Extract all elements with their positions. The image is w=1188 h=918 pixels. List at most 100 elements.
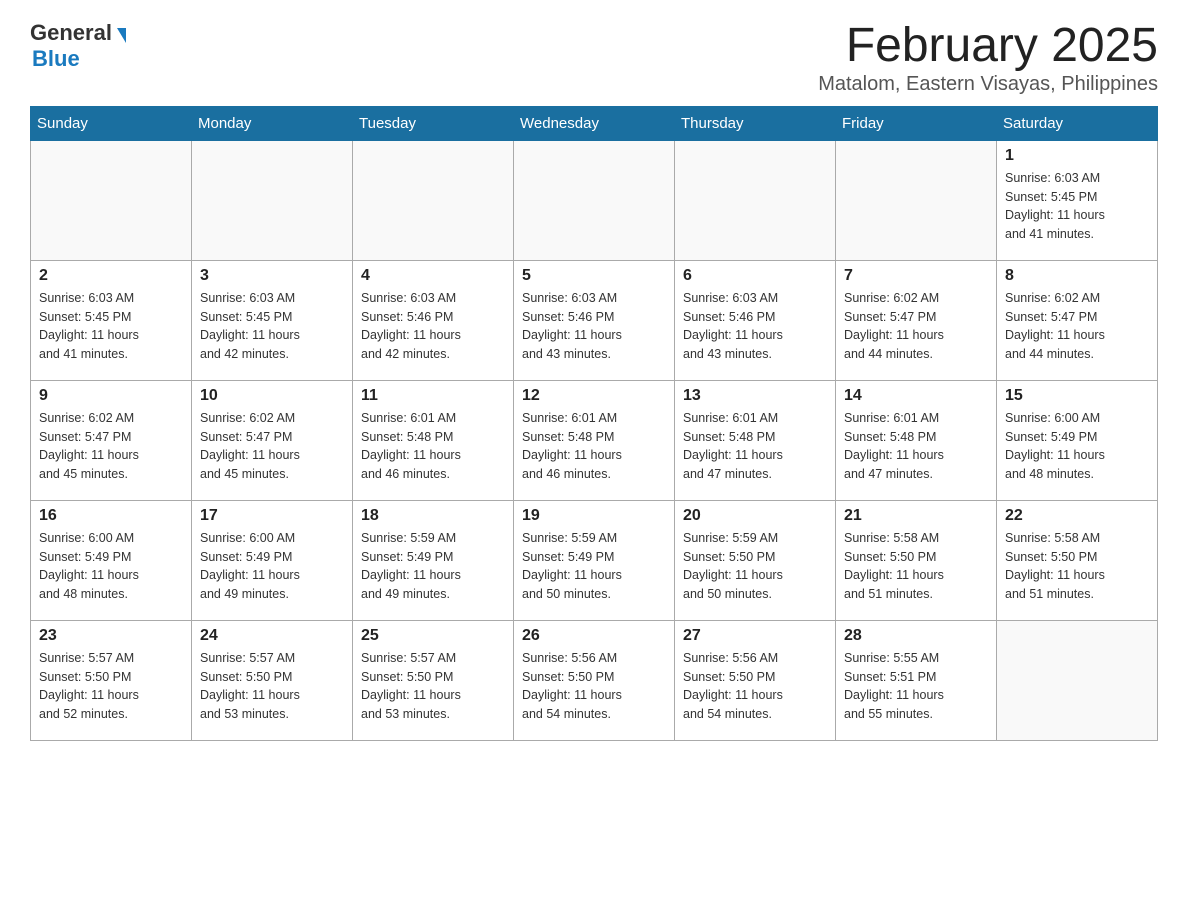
calendar-cell: 15Sunrise: 6:00 AMSunset: 5:49 PMDayligh…	[997, 380, 1158, 500]
day-info: Sunrise: 6:02 AMSunset: 5:47 PMDaylight:…	[844, 289, 988, 364]
day-info: Sunrise: 5:59 AMSunset: 5:49 PMDaylight:…	[522, 529, 666, 604]
page-header: General Blue February 2025 Matalom, East…	[30, 20, 1158, 96]
day-number: 24	[200, 627, 344, 645]
day-number: 18	[361, 507, 505, 525]
weekday-header-friday: Friday	[836, 106, 997, 140]
calendar-week-5: 23 Sunrise: 5:57 AMSunset: 5:50 PMDayligh…	[31, 620, 1158, 740]
calendar-cell	[836, 140, 997, 260]
calendar-cell: 2 Sunrise: 6:03 AMSunset: 5:45 PMDaylight…	[31, 260, 192, 380]
calendar-cell: 20Sunrise: 5:59 AMSunset: 5:50 PMDayligh…	[675, 500, 836, 620]
calendar-week-4: 16 Sunrise: 6:00 AMSunset: 5:49 PMDayligh…	[31, 500, 1158, 620]
calendar-cell: 17 Sunrise: 6:00 AMSunset: 5:49 PMDayligh…	[192, 500, 353, 620]
logo-general-text: General	[30, 20, 112, 46]
day-number: 6	[683, 267, 827, 285]
day-number: 1	[1005, 147, 1149, 165]
day-info: Sunrise: 5:57 AMSunset: 5:50 PMDaylight:…	[39, 649, 183, 724]
calendar-cell: 11Sunrise: 6:01 AMSunset: 5:48 PMDayligh…	[353, 380, 514, 500]
day-info: Sunrise: 6:01 AMSunset: 5:48 PMDaylight:…	[522, 409, 666, 484]
day-info: Sunrise: 6:01 AMSunset: 5:48 PMDaylight:…	[361, 409, 505, 484]
calendar-week-3: 9 Sunrise: 6:02 AMSunset: 5:47 PMDaylight…	[31, 380, 1158, 500]
day-number: 13	[683, 387, 827, 405]
calendar-cell: 7 Sunrise: 6:02 AMSunset: 5:47 PMDaylight…	[836, 260, 997, 380]
day-number: 26	[522, 627, 666, 645]
calendar-cell: 24 Sunrise: 5:57 AMSunset: 5:50 PMDayligh…	[192, 620, 353, 740]
day-number: 8	[1005, 267, 1149, 285]
day-info: Sunrise: 6:03 AMSunset: 5:46 PMDaylight:…	[361, 289, 505, 364]
day-info: Sunrise: 5:57 AMSunset: 5:50 PMDaylight:…	[200, 649, 344, 724]
weekday-header-wednesday: Wednesday	[514, 106, 675, 140]
day-info: Sunrise: 6:03 AMSunset: 5:46 PMDaylight:…	[522, 289, 666, 364]
day-number: 28	[844, 627, 988, 645]
day-info: Sunrise: 6:00 AMSunset: 5:49 PMDaylight:…	[39, 529, 183, 604]
logo: General Blue	[30, 20, 126, 72]
calendar-cell: 6 Sunrise: 6:03 AMSunset: 5:46 PMDaylight…	[675, 260, 836, 380]
calendar-cell: 19 Sunrise: 5:59 AMSunset: 5:49 PMDayligh…	[514, 500, 675, 620]
calendar-cell: 10 Sunrise: 6:02 AMSunset: 5:47 PMDayligh…	[192, 380, 353, 500]
day-number: 23	[39, 627, 183, 645]
calendar-week-1: 1Sunrise: 6:03 AMSunset: 5:45 PMDaylight…	[31, 140, 1158, 260]
calendar-cell	[353, 140, 514, 260]
calendar-week-2: 2 Sunrise: 6:03 AMSunset: 5:45 PMDaylight…	[31, 260, 1158, 380]
day-number: 17	[200, 507, 344, 525]
day-number: 25	[361, 627, 505, 645]
day-number: 27	[683, 627, 827, 645]
calendar-cell: 23 Sunrise: 5:57 AMSunset: 5:50 PMDayligh…	[31, 620, 192, 740]
calendar-cell: 28 Sunrise: 5:55 AMSunset: 5:51 PMDayligh…	[836, 620, 997, 740]
calendar-cell: 3 Sunrise: 6:03 AMSunset: 5:45 PMDaylight…	[192, 260, 353, 380]
weekday-header-sunday: Sunday	[31, 106, 192, 140]
logo-blue-text: Blue	[32, 46, 80, 72]
day-info: Sunrise: 6:01 AMSunset: 5:48 PMDaylight:…	[844, 409, 988, 484]
day-number: 16	[39, 507, 183, 525]
day-number: 4	[361, 267, 505, 285]
day-info: Sunrise: 6:03 AMSunset: 5:46 PMDaylight:…	[683, 289, 827, 364]
calendar-cell	[997, 620, 1158, 740]
weekday-header-tuesday: Tuesday	[353, 106, 514, 140]
day-info: Sunrise: 6:00 AMSunset: 5:49 PMDaylight:…	[200, 529, 344, 604]
month-title: February 2025	[818, 20, 1158, 73]
calendar-cell	[192, 140, 353, 260]
calendar-cell	[675, 140, 836, 260]
calendar-cell	[514, 140, 675, 260]
day-info: Sunrise: 5:56 AMSunset: 5:50 PMDaylight:…	[522, 649, 666, 724]
day-info: Sunrise: 5:56 AMSunset: 5:50 PMDaylight:…	[683, 649, 827, 724]
day-info: Sunrise: 6:02 AMSunset: 5:47 PMDaylight:…	[39, 409, 183, 484]
calendar-table: SundayMondayTuesdayWednesdayThursdayFrid…	[30, 106, 1158, 741]
calendar-cell: 4 Sunrise: 6:03 AMSunset: 5:46 PMDaylight…	[353, 260, 514, 380]
day-number: 7	[844, 267, 988, 285]
calendar-cell: 12Sunrise: 6:01 AMSunset: 5:48 PMDayligh…	[514, 380, 675, 500]
day-number: 5	[522, 267, 666, 285]
calendar-cell: 16 Sunrise: 6:00 AMSunset: 5:49 PMDayligh…	[31, 500, 192, 620]
day-info: Sunrise: 5:55 AMSunset: 5:51 PMDaylight:…	[844, 649, 988, 724]
weekday-header-row: SundayMondayTuesdayWednesdayThursdayFrid…	[31, 106, 1158, 140]
day-info: Sunrise: 5:57 AMSunset: 5:50 PMDaylight:…	[361, 649, 505, 724]
calendar-cell	[31, 140, 192, 260]
calendar-cell: 18 Sunrise: 5:59 AMSunset: 5:49 PMDayligh…	[353, 500, 514, 620]
calendar-cell: 13 Sunrise: 6:01 AMSunset: 5:48 PMDayligh…	[675, 380, 836, 500]
day-info: Sunrise: 6:01 AMSunset: 5:48 PMDaylight:…	[683, 409, 827, 484]
calendar-cell: 27 Sunrise: 5:56 AMSunset: 5:50 PMDayligh…	[675, 620, 836, 740]
calendar-cell: 14Sunrise: 6:01 AMSunset: 5:48 PMDayligh…	[836, 380, 997, 500]
day-info: Sunrise: 6:02 AMSunset: 5:47 PMDaylight:…	[1005, 289, 1149, 364]
day-info: Sunrise: 5:59 AMSunset: 5:49 PMDaylight:…	[361, 529, 505, 604]
day-number: 3	[200, 267, 344, 285]
day-info: Sunrise: 5:58 AMSunset: 5:50 PMDaylight:…	[1005, 529, 1149, 604]
day-number: 9	[39, 387, 183, 405]
day-info: Sunrise: 6:03 AMSunset: 5:45 PMDaylight:…	[39, 289, 183, 364]
day-number: 19	[522, 507, 666, 525]
day-number: 15	[1005, 387, 1149, 405]
calendar-cell: 26 Sunrise: 5:56 AMSunset: 5:50 PMDayligh…	[514, 620, 675, 740]
day-number: 2	[39, 267, 183, 285]
calendar-cell: 5 Sunrise: 6:03 AMSunset: 5:46 PMDaylight…	[514, 260, 675, 380]
weekday-header-thursday: Thursday	[675, 106, 836, 140]
day-number: 10	[200, 387, 344, 405]
day-info: Sunrise: 5:59 AMSunset: 5:50 PMDaylight:…	[683, 529, 827, 604]
calendar-cell: 21Sunrise: 5:58 AMSunset: 5:50 PMDayligh…	[836, 500, 997, 620]
weekday-header-monday: Monday	[192, 106, 353, 140]
calendar-cell: 8 Sunrise: 6:02 AMSunset: 5:47 PMDaylight…	[997, 260, 1158, 380]
day-info: Sunrise: 6:03 AMSunset: 5:45 PMDaylight:…	[200, 289, 344, 364]
calendar-cell: 25 Sunrise: 5:57 AMSunset: 5:50 PMDayligh…	[353, 620, 514, 740]
day-number: 22	[1005, 507, 1149, 525]
day-info: Sunrise: 6:02 AMSunset: 5:47 PMDaylight:…	[200, 409, 344, 484]
location-title: Matalom, Eastern Visayas, Philippines	[818, 73, 1158, 96]
calendar-cell: 1Sunrise: 6:03 AMSunset: 5:45 PMDaylight…	[997, 140, 1158, 260]
